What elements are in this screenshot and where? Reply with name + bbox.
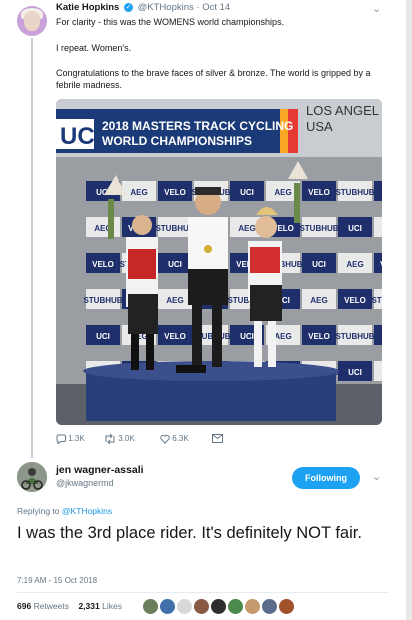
author-name[interactable]: Katie Hopkins — [56, 2, 119, 13]
sponsor-tile-label: UCI — [168, 260, 182, 269]
sponsor-tile-label: AEG — [166, 296, 183, 305]
liker-avatar[interactable] — [244, 598, 261, 615]
sponsor-tile-label: UCI — [348, 368, 362, 377]
sponsor-tile-label: STUBHUB — [335, 188, 374, 197]
sponsor-tile-label: AEG — [310, 296, 327, 305]
banner-line-2: WORLD CHAMPIONSHIPS — [102, 134, 252, 148]
sponsor-tile-label: UCI — [240, 332, 254, 341]
sponsor-tile-label: UCI — [96, 332, 110, 341]
sponsor-tile-label: STUBHUB — [371, 296, 382, 305]
following-button[interactable]: Following — [292, 467, 360, 489]
sponsor-tile — [374, 181, 382, 201]
sponsor-tile-label: UCI — [312, 260, 326, 269]
reply-author-handle[interactable]: @jkwagnermd — [56, 478, 114, 488]
liker-avatar[interactable] — [142, 598, 159, 615]
like-count: 6.3K — [172, 434, 189, 444]
divider — [17, 592, 389, 593]
sponsor-tile-label: AEG — [274, 332, 291, 341]
sponsor-tile-label: VELO — [92, 260, 114, 269]
retweet-icon — [105, 433, 115, 445]
reply-author-name[interactable]: jen wagner-assali — [56, 464, 144, 476]
liker-avatar[interactable] — [159, 598, 176, 615]
chevron-down-icon[interactable]: ⌄ — [372, 2, 381, 15]
sponsor-tile-label: AEG — [130, 188, 147, 197]
reply-action[interactable]: 1.3K — [56, 434, 85, 445]
sponsor-tile-label: AEG — [274, 188, 291, 197]
like-icon — [160, 434, 170, 444]
sponsor-tile-label: VELO — [164, 188, 186, 197]
thread-line — [31, 38, 33, 458]
sponsor-tile-label: AEG — [238, 224, 255, 233]
podium-photo[interactable]: UCI 2018 MASTERS TRACK CYCLING WORLD CHA… — [56, 99, 382, 425]
tweet-text-line: Congratulations to the brave faces of si… — [56, 68, 371, 78]
sponsor-tile-label: VELO — [344, 296, 366, 305]
reply-text: I was the 3rd place rider. It's definite… — [17, 524, 362, 542]
chevron-down-icon[interactable]: ⌄ — [372, 470, 381, 483]
liker-avatar[interactable] — [193, 598, 210, 615]
sponsor-tile-label: STUBHUB — [299, 224, 338, 233]
retweets-stat[interactable]: 696 Retweets — [17, 601, 69, 611]
sponsor-tile-label: AEG — [346, 260, 363, 269]
message-action[interactable] — [212, 434, 223, 444]
tweet-thread: Katie Hopkins ✓ @KTHopkins · Oct 14 ⌄ Fo… — [0, 0, 412, 620]
tweet-actions: 1.3K 3.0K 6.3K — [56, 433, 256, 448]
reply-timestamp[interactable]: 7:19 AM - 15 Oct 2018 — [17, 576, 97, 585]
banner-line-1: 2018 MASTERS TRACK CYCLING — [102, 119, 293, 133]
sponsor-tile-label: STUBHUB — [83, 296, 122, 305]
tweet-header: Katie Hopkins ✓ @KTHopkins · Oct 14 — [56, 2, 231, 13]
likes-stat[interactable]: 2,331 Likes — [78, 601, 122, 611]
sponsor-tile-label: UCI — [348, 224, 362, 233]
tweet-text-line: For clarity - this was the WOMENS world … — [56, 17, 285, 27]
like-action[interactable]: 6.3K — [160, 434, 189, 444]
tweet-text-line: febrile madness. — [56, 80, 123, 90]
liker-avatar[interactable] — [176, 598, 193, 615]
verified-icon: ✓ — [124, 2, 133, 12]
tweet-text-line: I repeat. Women's. — [56, 43, 132, 53]
window-edge — [406, 0, 412, 620]
sponsor-tile — [374, 361, 382, 381]
replying-to-handle[interactable]: @KTHopkins — [62, 506, 112, 516]
liker-avatar[interactable] — [278, 598, 295, 615]
sponsor-tile — [374, 325, 382, 345]
sponsor-tile-label: UCI — [240, 188, 254, 197]
reply-count: 1.3K — [68, 434, 85, 444]
retweet-action[interactable]: 3.0K — [104, 433, 135, 445]
reply-icon — [56, 434, 66, 445]
sponsor-tile-label: VELO — [380, 260, 382, 269]
sponsor-tile-label: VELO — [308, 332, 330, 341]
liker-avatar[interactable] — [210, 598, 227, 615]
replying-to: Replying to @KTHopkins — [17, 506, 112, 516]
banner-logo: UCI — [60, 123, 101, 150]
location-line-2: USA — [306, 119, 333, 134]
tweet-date[interactable]: Oct 14 — [202, 2, 230, 13]
liker-avatar[interactable] — [261, 598, 278, 615]
katie-avatar[interactable] — [17, 6, 47, 36]
sponsor-tile-label: STUBHUB — [335, 332, 374, 341]
sponsor-tile — [374, 217, 382, 237]
retweet-count: 3.0K — [118, 434, 135, 444]
location-line-1: LOS ANGEL — [306, 103, 379, 118]
liker-avatar[interactable] — [227, 598, 244, 615]
message-icon — [212, 434, 223, 444]
author-handle[interactable]: @KTHopkins — [138, 2, 194, 13]
jen-avatar[interactable] — [17, 462, 47, 492]
engagement-stats: 696 Retweets 2,331 Likes — [17, 601, 122, 611]
sponsor-tile-label: VELO — [308, 188, 330, 197]
replying-to-label: Replying to — [17, 506, 60, 516]
sponsor-tile-label: VELO — [164, 332, 186, 341]
